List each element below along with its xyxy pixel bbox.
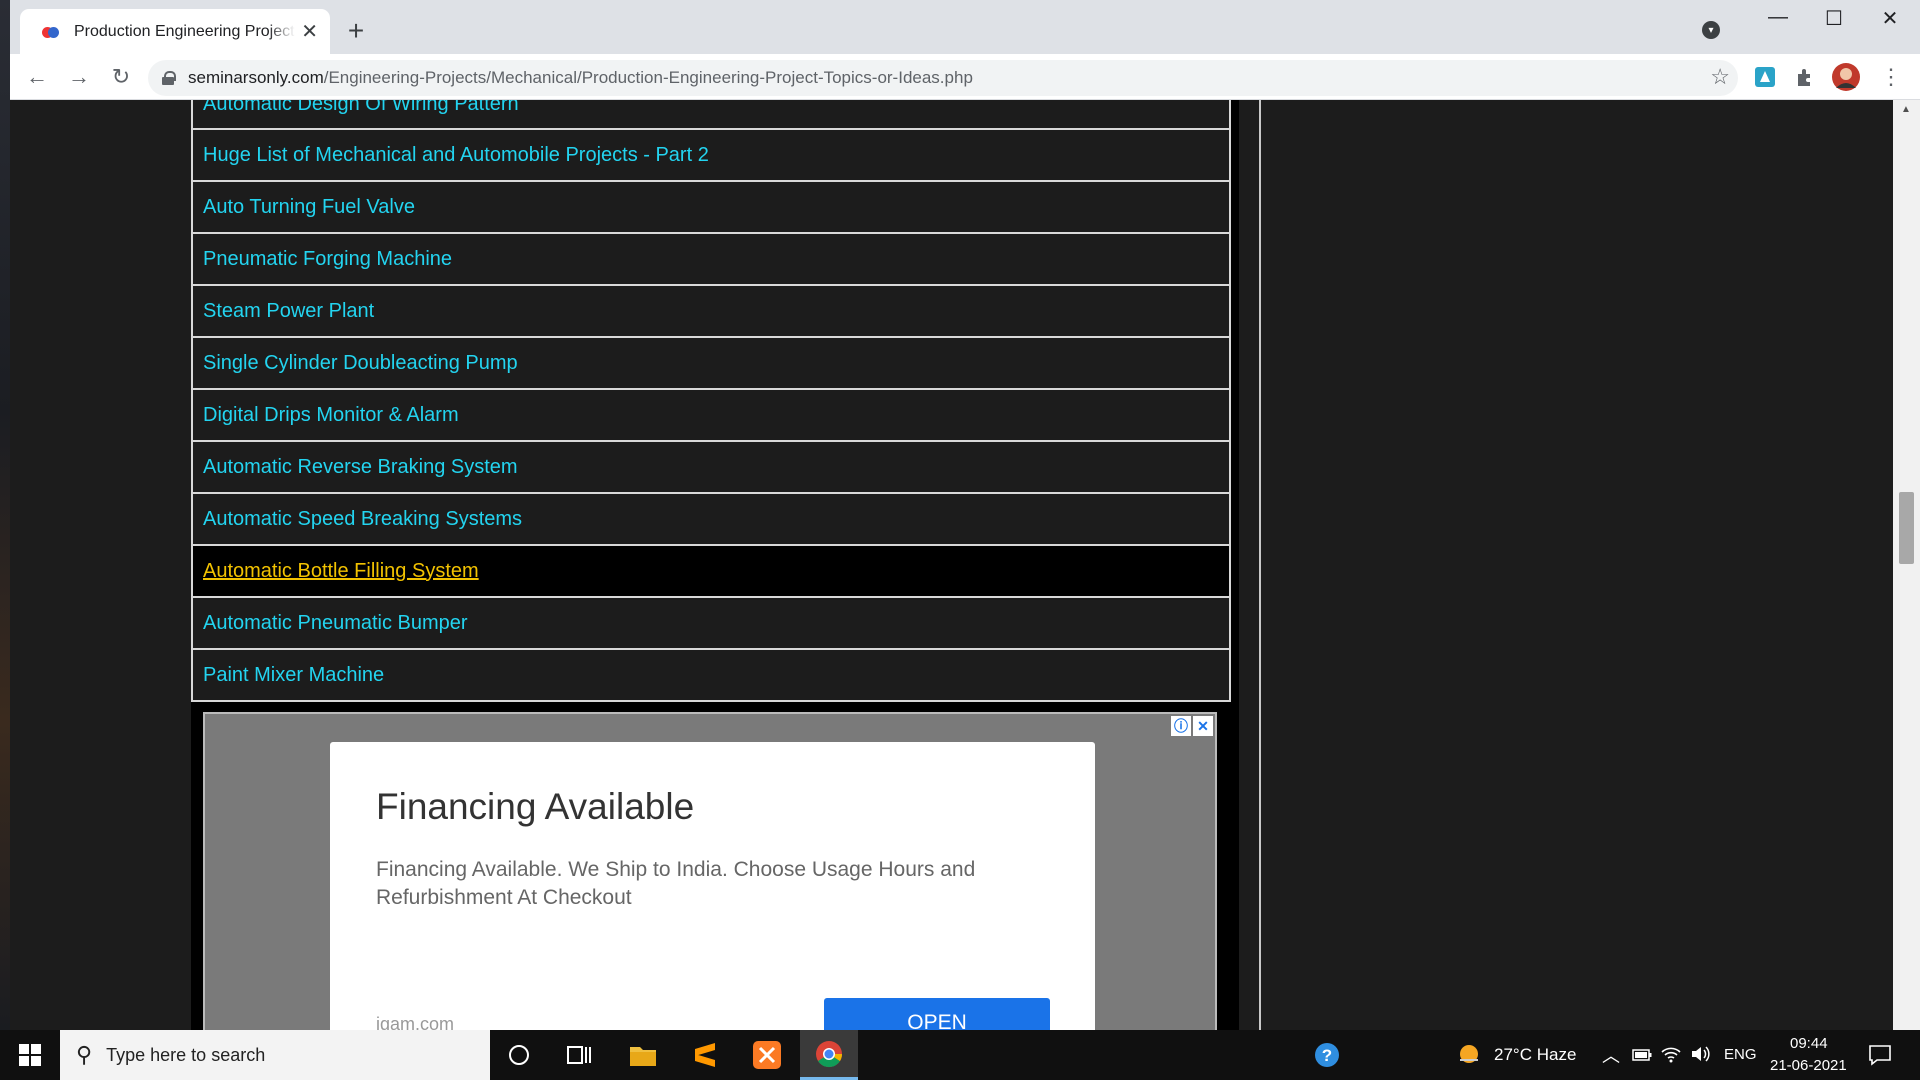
task-view-button[interactable] xyxy=(550,1030,608,1080)
list-item: Automatic Pneumatic Bumper xyxy=(191,598,1231,650)
page-viewport: Automatic Design Of Wiring Pattern Huge L… xyxy=(10,100,1893,1030)
topic-link[interactable]: Digital Drips Monitor & Alarm xyxy=(203,404,459,427)
topic-link[interactable]: Paint Mixer Machine xyxy=(203,664,384,687)
ad-description: Financing Available. We Ship to India. C… xyxy=(376,858,976,909)
topic-link[interactable]: Huge List of Mechanical and Automobile P… xyxy=(203,144,709,167)
sidebar-divider xyxy=(1259,100,1261,1030)
browser-titlebar: Production Engineering Project Topics or… xyxy=(10,0,1920,54)
advertisement[interactable]: ⓘ ✕ Financing Available Financing Availa… xyxy=(203,712,1217,1030)
new-tab-button[interactable]: + xyxy=(338,14,374,50)
back-button[interactable]: ← xyxy=(22,62,52,92)
folder-icon xyxy=(630,1047,656,1066)
extensions-puzzle-icon[interactable] xyxy=(1792,64,1818,90)
topic-link[interactable]: Automatic Speed Breaking Systems xyxy=(203,508,522,531)
tray-overflow-chevron-icon[interactable]: ︿ xyxy=(1602,1042,1620,1068)
list-item: Huge List of Mechanical and Automobile P… xyxy=(191,130,1231,182)
list-item: Auto Turning Fuel Valve xyxy=(191,182,1231,234)
chrome-taskbar-button[interactable] xyxy=(800,1030,858,1080)
ad-title: Financing Available xyxy=(376,786,695,827)
topic-link[interactable]: Automatic Design Of Wiring Pattern xyxy=(203,100,519,116)
windows-logo-icon xyxy=(19,1044,29,1054)
ad-info-icon[interactable]: ⓘ xyxy=(1171,716,1191,736)
cortana-circle-icon xyxy=(509,1045,529,1065)
file-explorer-button[interactable] xyxy=(614,1030,672,1080)
topic-link[interactable]: Automatic Pneumatic Bumper xyxy=(203,612,468,635)
list-item: Automatic Reverse Braking System xyxy=(191,442,1231,494)
close-window-button[interactable]: ✕ xyxy=(1862,6,1918,31)
maximize-button[interactable]: ☐ xyxy=(1806,6,1862,31)
ad-domain: igam.com xyxy=(376,1014,455,1030)
minimize-button[interactable]: — xyxy=(1750,6,1806,29)
topic-link[interactable]: Auto Turning Fuel Valve xyxy=(203,196,415,219)
taskbar-search-box[interactable]: ⚲ Type here to search xyxy=(60,1030,490,1080)
sublime-text-icon xyxy=(695,1043,715,1067)
ad-open-button[interactable]: OPEN xyxy=(824,998,1050,1030)
list-item: Single Cylinder Doubleacting Pump xyxy=(191,338,1231,390)
wifi-icon[interactable] xyxy=(1660,1044,1682,1064)
start-button[interactable] xyxy=(0,1030,60,1080)
page-scrollbar[interactable]: ▲ xyxy=(1893,100,1920,1030)
sublime-text-button[interactable] xyxy=(676,1030,734,1080)
taskbar-search-placeholder: Type here to search xyxy=(106,1044,266,1065)
url-path: /Engineering-Projects/Mechanical/Product… xyxy=(323,68,973,87)
task-view-icon xyxy=(567,1046,591,1064)
cortana-button[interactable] xyxy=(490,1030,548,1080)
battery-icon[interactable] xyxy=(1632,1048,1652,1062)
tab-search-icon[interactable]: ▾ xyxy=(1702,21,1720,39)
help-icon: ? xyxy=(1315,1043,1339,1067)
screen: Production Engineering Project Topics or… xyxy=(0,0,1920,1080)
address-bar[interactable]: seminarsonly.com/Engineering-Projects/Me… xyxy=(148,60,1738,96)
volume-icon[interactable] xyxy=(1690,1044,1712,1064)
clock-date[interactable]: 21-06-2021 xyxy=(1770,1057,1847,1074)
site-favicon-icon xyxy=(42,23,60,41)
extension-icon[interactable] xyxy=(1752,64,1778,90)
lock-icon[interactable] xyxy=(162,71,176,85)
tab-close-icon[interactable]: ✕ xyxy=(301,19,318,44)
clock-time[interactable]: 09:44 xyxy=(1790,1035,1828,1052)
tab-title: Production Engineering Project Topics or… xyxy=(74,22,295,40)
forward-button[interactable]: → xyxy=(64,62,94,92)
ad-close-icon[interactable]: ✕ xyxy=(1193,716,1213,736)
windows-taskbar: ⚲ Type here to search ? 27°C Haze ︿ ENG … xyxy=(0,1030,1920,1080)
ad-card[interactable]: Financing Available Financing Available.… xyxy=(330,742,1095,1030)
tab-production-engineering[interactable]: Production Engineering Project Topics or… xyxy=(20,9,330,54)
list-item: Automatic Bottle Filling System xyxy=(191,546,1231,598)
reload-button[interactable]: ↻ xyxy=(106,62,136,92)
browser-window: Production Engineering Project Topics or… xyxy=(10,0,1920,1030)
help-button[interactable]: ? xyxy=(1298,1030,1356,1080)
chrome-icon xyxy=(816,1040,843,1067)
action-center-notification-icon[interactable] xyxy=(1868,1044,1892,1066)
browser-toolbar: ← → ↻ seminarsonly.com/Engineering-Proje… xyxy=(10,54,1920,100)
list-item: Pneumatic Forging Machine xyxy=(191,234,1231,286)
list-item: Automatic Design Of Wiring Pattern xyxy=(191,100,1231,130)
list-item: Steam Power Plant xyxy=(191,286,1231,338)
url-domain: seminarsonly.com xyxy=(188,68,324,87)
list-item: Paint Mixer Machine xyxy=(191,650,1231,702)
topic-link[interactable]: Single Cylinder Doubleacting Pump xyxy=(203,352,518,375)
list-item: Digital Drips Monitor & Alarm xyxy=(191,390,1231,442)
project-topic-list: Automatic Design Of Wiring Pattern Huge L… xyxy=(191,100,1231,702)
topic-link[interactable]: Automatic Bottle Filling System xyxy=(203,560,479,583)
weather-text[interactable]: 27°C Haze xyxy=(1494,1045,1576,1065)
topic-link[interactable]: Steam Power Plant xyxy=(203,300,374,323)
xampp-icon xyxy=(753,1041,781,1069)
svg-text:?: ? xyxy=(1322,1046,1332,1065)
bookmark-star-icon[interactable]: ☆ xyxy=(1710,64,1730,90)
weather-sun-haze-icon[interactable] xyxy=(1456,1042,1482,1068)
topic-link[interactable]: Pneumatic Forging Machine xyxy=(203,248,452,271)
profile-avatar-icon[interactable] xyxy=(1831,62,1861,92)
search-icon: ⚲ xyxy=(76,1042,93,1067)
scroll-up-arrow-icon[interactable]: ▲ xyxy=(1901,104,1911,115)
xampp-button[interactable] xyxy=(738,1030,796,1080)
scroll-thumb[interactable] xyxy=(1899,492,1914,564)
list-item: Automatic Speed Breaking Systems xyxy=(191,494,1231,546)
browser-menu-button[interactable]: ⋮ xyxy=(1876,62,1906,92)
desktop-background xyxy=(0,0,10,1030)
language-indicator[interactable]: ENG xyxy=(1724,1046,1757,1063)
topic-link[interactable]: Automatic Reverse Braking System xyxy=(203,456,518,479)
